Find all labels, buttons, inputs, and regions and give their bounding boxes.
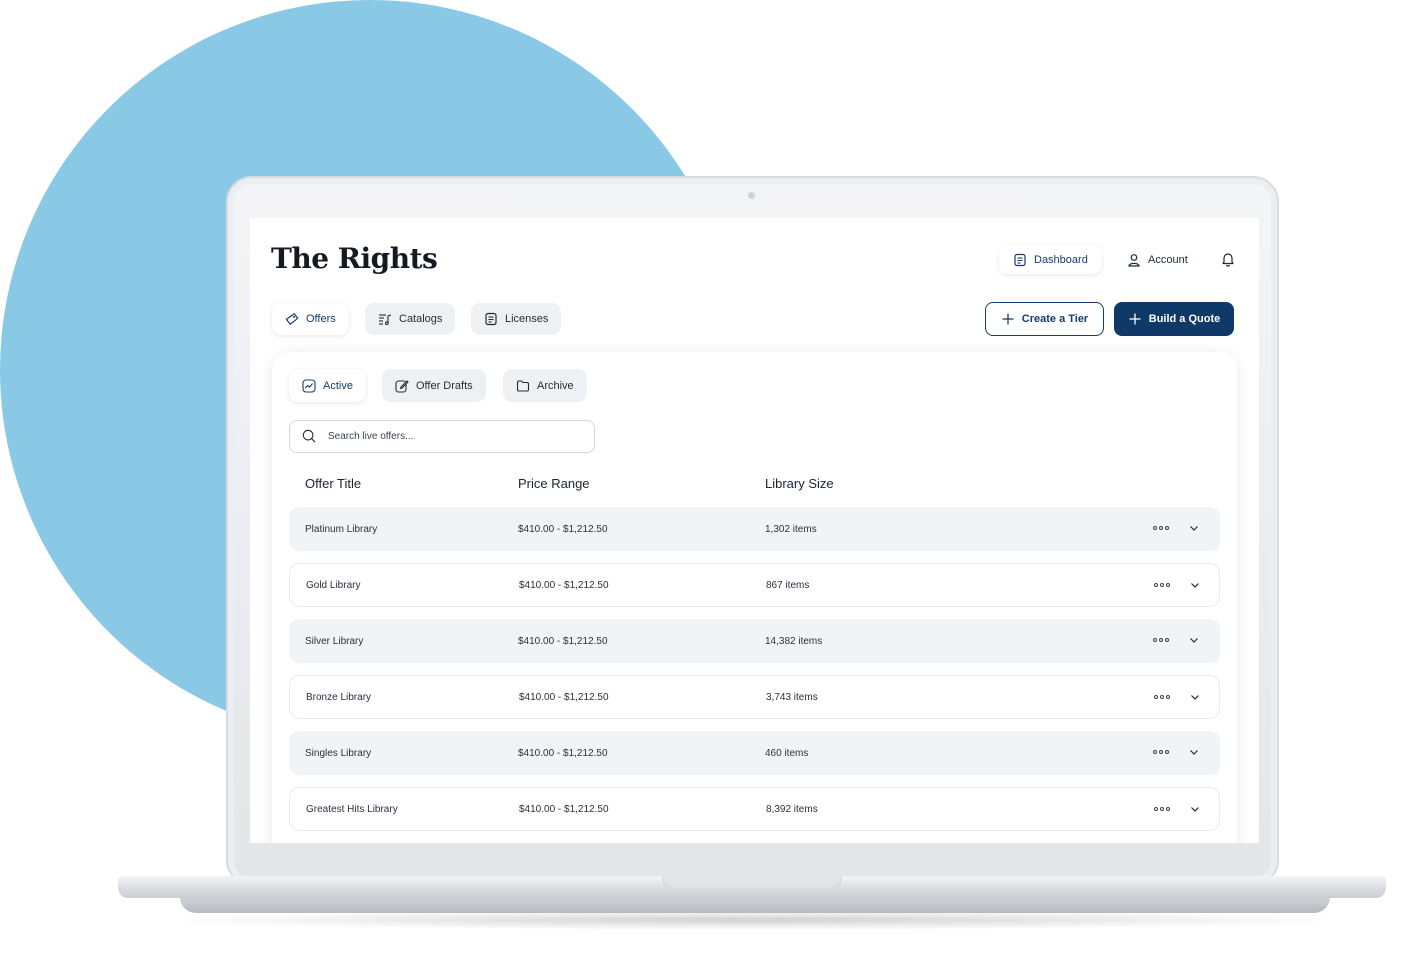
library-size: 867 items — [766, 579, 810, 591]
more-options-icon[interactable] — [1154, 578, 1170, 592]
library-size: 1,302 items — [765, 523, 817, 535]
library-size: 8,392 items — [766, 803, 818, 815]
plus-icon — [1128, 312, 1142, 326]
chevron-down-icon[interactable] — [1189, 579, 1201, 591]
tab-catalogs-label: Catalogs — [399, 313, 443, 325]
tab-licenses-label: Licenses — [505, 313, 549, 325]
build-quote-button[interactable]: Build a Quote — [1114, 302, 1234, 336]
search-icon — [302, 429, 318, 445]
table-row[interactable]: Greatest Hits Library $410.00 - $1,212.5… — [289, 787, 1220, 831]
table-row[interactable]: Singles Library $410.00 - $1,212.50 460 … — [289, 731, 1220, 775]
laptop-base-notch — [662, 876, 842, 890]
price-range: $410.00 - $1,212.50 — [519, 803, 609, 815]
account-button[interactable]: Account — [1114, 245, 1201, 274]
chevron-down-icon[interactable] — [1189, 803, 1201, 815]
more-options-icon[interactable] — [1154, 690, 1170, 704]
tab-catalogs[interactable]: Catalogs — [365, 303, 456, 335]
subtab-offer-drafts-label: Offer Drafts — [416, 379, 473, 392]
more-options-icon[interactable] — [1153, 521, 1169, 535]
subtab-archive-label: Archive — [537, 379, 574, 392]
subtab-offer-drafts[interactable]: Offer Drafts — [382, 369, 486, 402]
account-label: Account — [1148, 253, 1188, 266]
library-size: 14,382 items — [765, 635, 823, 647]
offer-title: Gold Library — [306, 579, 361, 591]
chevron-down-icon[interactable] — [1189, 691, 1201, 703]
tab-licenses[interactable]: Licenses — [471, 303, 562, 335]
offer-title: Bronze Library — [306, 691, 372, 703]
subtab-active[interactable]: Active — [289, 369, 366, 402]
document-icon — [484, 312, 498, 326]
price-range: $410.00 - $1,212.50 — [518, 523, 608, 535]
price-range: $410.00 - $1,212.50 — [518, 635, 608, 647]
more-options-icon[interactable] — [1153, 633, 1169, 647]
chevron-down-icon[interactable] — [1188, 634, 1200, 646]
app-logo: The Rights — [271, 242, 438, 275]
offer-title: Greatest Hits Library — [306, 803, 398, 815]
offer-title: Silver Library — [305, 635, 364, 647]
table-row[interactable]: Gold Library $410.00 - $1,212.50 867 ite… — [289, 563, 1220, 607]
library-size: 460 items — [765, 747, 809, 759]
search-box[interactable] — [289, 420, 595, 453]
price-range: $410.00 - $1,212.50 — [519, 691, 609, 703]
column-header-library-size[interactable]: Library Size — [765, 476, 834, 491]
more-options-icon[interactable] — [1154, 802, 1170, 816]
table-row[interactable]: Platinum Library $410.00 - $1,212.50 1,3… — [289, 507, 1220, 551]
build-quote-label: Build a Quote — [1148, 313, 1221, 325]
laptop-base-underside — [180, 897, 1330, 913]
dashboard-label: Dashboard — [1034, 253, 1088, 266]
table-row[interactable]: Silver Library $410.00 - $1,212.50 14,38… — [289, 619, 1220, 663]
offer-title: Platinum Library — [305, 523, 378, 535]
search-input[interactable] — [328, 431, 568, 442]
chevron-down-icon[interactable] — [1188, 522, 1200, 534]
offer-title: Singles Library — [305, 747, 372, 759]
trend-icon — [302, 378, 316, 393]
document-icon — [1013, 253, 1027, 267]
tab-offers-label: Offers — [306, 313, 336, 325]
laptop-shadow — [150, 910, 1360, 930]
music-list-icon — [378, 312, 392, 326]
chevron-down-icon[interactable] — [1188, 746, 1200, 758]
column-header-offer-title[interactable]: Offer Title — [305, 476, 361, 491]
create-tier-label: Create a Tier — [1021, 313, 1089, 325]
dashboard-button[interactable]: Dashboard — [999, 245, 1102, 274]
price-range: $410.00 - $1,212.50 — [519, 579, 609, 591]
column-header-price-range[interactable]: Price Range — [518, 476, 590, 491]
tab-offers[interactable]: Offers — [272, 303, 349, 335]
user-icon — [1127, 253, 1141, 267]
offers-card: Active Offer Drafts Archive Offer Title … — [272, 352, 1237, 843]
bell-icon[interactable] — [1220, 251, 1236, 267]
table-row[interactable]: Bronze Library $410.00 - $1,212.50 3,743… — [289, 675, 1220, 719]
app-screen: The Rights Dashboard Account Offers Cata… — [250, 218, 1259, 843]
library-size: 3,743 items — [766, 691, 818, 703]
more-options-icon[interactable] — [1153, 745, 1169, 759]
laptop-camera — [748, 192, 755, 199]
create-tier-button[interactable]: Create a Tier — [985, 302, 1104, 336]
price-range: $410.00 - $1,212.50 — [518, 747, 608, 759]
subtab-active-label: Active — [323, 379, 353, 392]
folder-icon — [516, 379, 530, 393]
subtab-archive[interactable]: Archive — [503, 369, 587, 402]
plus-icon — [1001, 312, 1015, 326]
tag-icon — [285, 312, 299, 326]
edit-icon — [395, 379, 409, 393]
